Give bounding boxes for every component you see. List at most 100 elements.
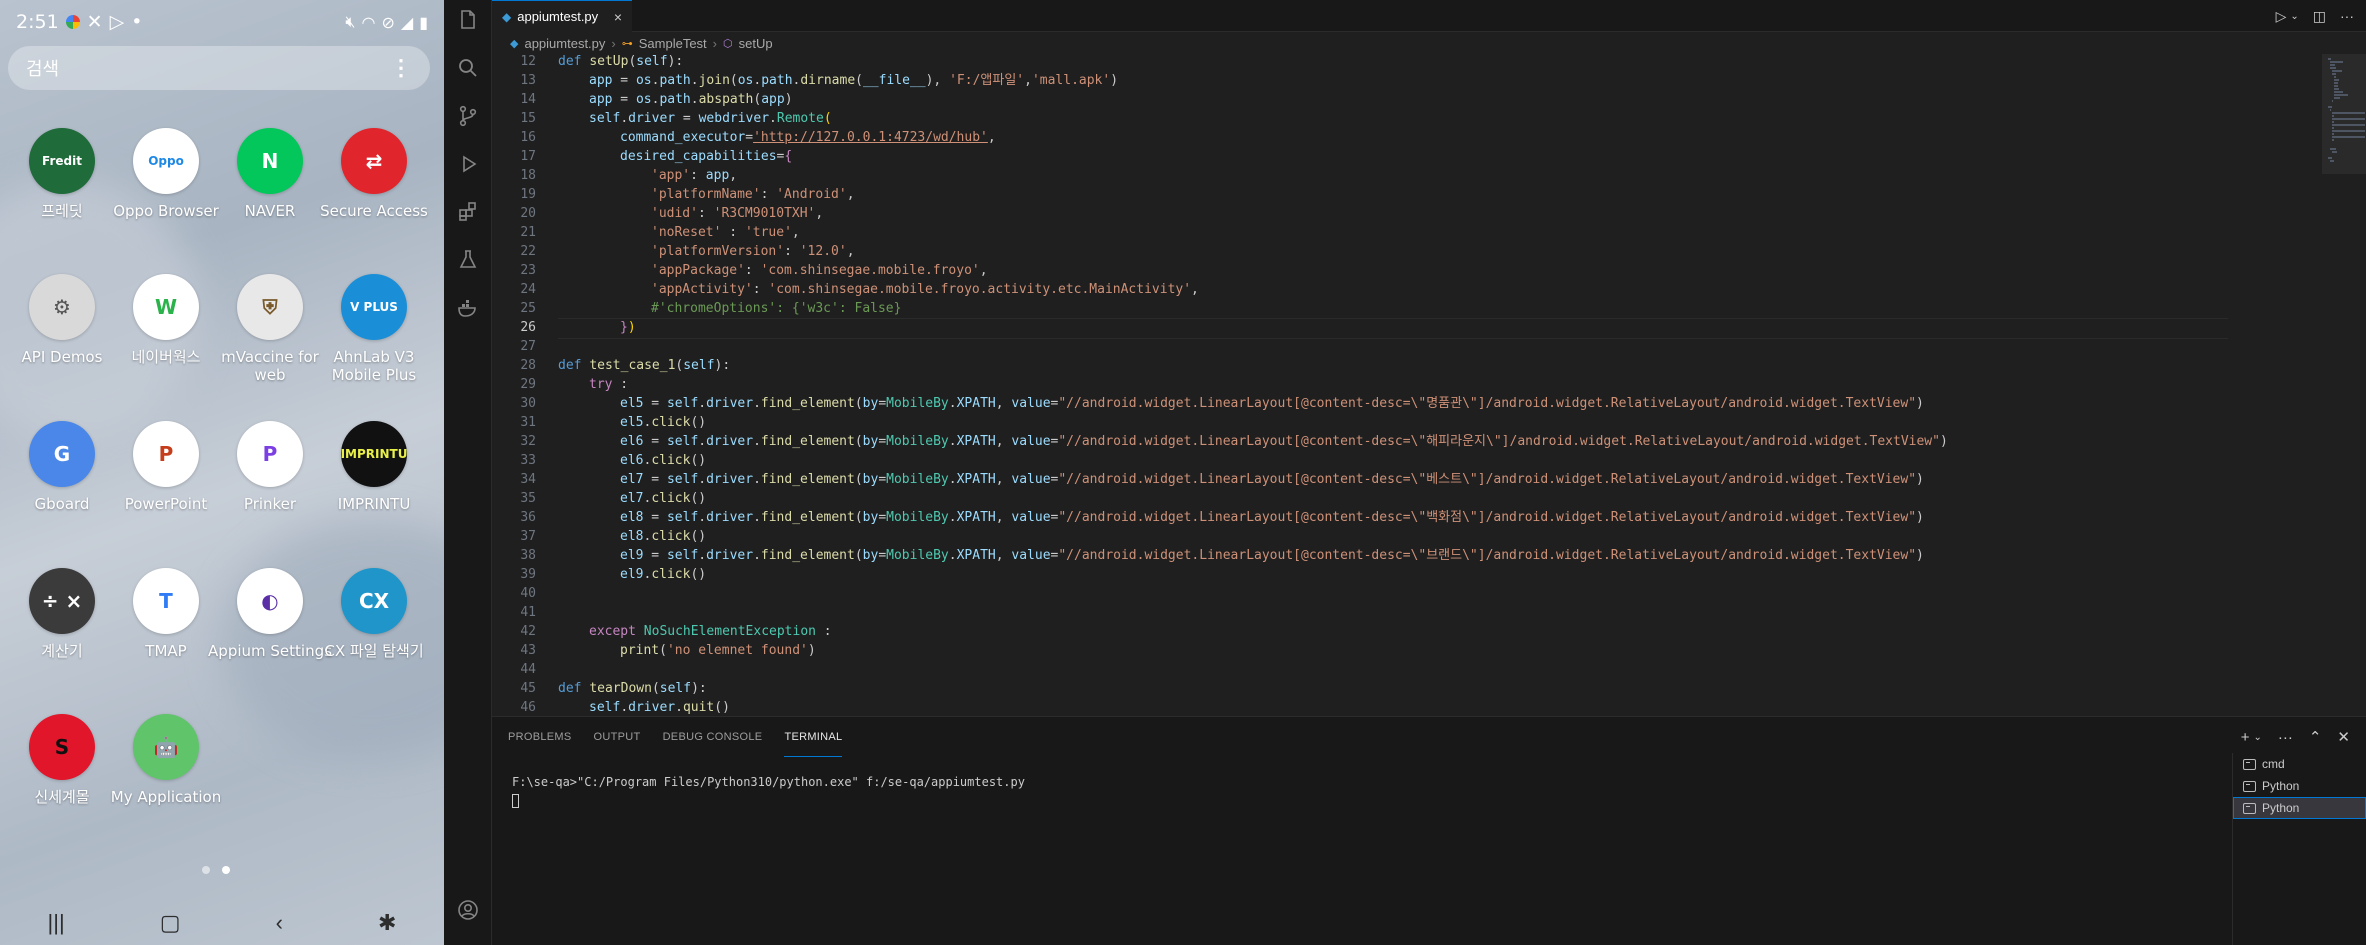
more-options-icon[interactable]: ⋮ [390,57,412,79]
maximize-panel-icon[interactable]: ⌃ [2309,728,2322,746]
code-line[interactable]: 37 el8.click() [492,527,2322,546]
breadcrumb-class[interactable]: SampleTest [639,36,707,51]
app-shortcut[interactable]: IMPRINTU IMPRINTU [309,421,439,513]
code-line[interactable]: 28 def test_case_1(self): [492,356,2322,375]
back-button[interactable]: ‹ [276,910,283,936]
terminal-instance[interactable]: Python [2233,775,2366,797]
search-icon[interactable] [456,56,480,80]
code-text: desired_capabilities={ [620,149,793,164]
page-dot[interactable] [202,866,210,874]
app-shortcut[interactable]: CX CX 파일 탐색기 [309,568,439,660]
panel-more-icon[interactable]: ··· [2278,729,2293,746]
app-shortcut[interactable]: ⇄ Secure Access [309,128,439,220]
panel-tab-terminal[interactable]: TERMINAL [784,717,843,757]
code-line[interactable]: 38 el9 = self.driver.find_element(by=Mobi… [492,546,2322,565]
terminal-name: Python [2262,779,2300,793]
mute-icon: 🔇︎ [345,12,356,31]
code-line[interactable]: 44 [492,660,2322,679]
breadcrumb-file[interactable]: appiumtest.py [524,36,605,51]
minimap[interactable] [2322,54,2366,714]
terminal-profiles-chevron-icon[interactable]: ⌄ [2253,732,2261,743]
panel-tab-debug-console[interactable]: DEBUG CONSOLE [663,717,763,757]
home-button[interactable]: ▢ [160,910,181,936]
split-editor-icon[interactable]: ◫ [2313,8,2326,25]
code-text: 'appActivity': 'com.shinsegae.mobile.fro… [651,282,1199,297]
code-text: def setUp(self): [558,54,684,69]
breadcrumb-method[interactable]: setUp [739,36,773,51]
code-line[interactable]: 29 try : [492,375,2322,394]
code-line[interactable]: 22 'platformVersion': '12.0', [492,242,2322,261]
new-terminal-icon[interactable]: + [2241,729,2250,746]
code-line[interactable]: 40 [492,584,2322,603]
code-line[interactable]: 16 command_executor='http://127.0.0.1:472… [492,128,2322,147]
shinsegae-mall-app-icon: S [29,714,95,780]
code-line[interactable]: 45 def tearDown(self): [492,679,2322,698]
line-number: 31 [520,415,536,430]
terminal-instance[interactable]: Python [2233,797,2366,819]
code-line[interactable]: 30 el5 = self.driver.find_element(by=Mobi… [492,394,2322,413]
code-editor[interactable]: 12 def setUp(self): 13 app = os.path.join(o… [492,54,2322,714]
code-line[interactable]: 33 el6.click() [492,451,2322,470]
line-number: 15 [520,111,536,126]
code-line[interactable]: 42 except NoSuchElementException : [492,622,2322,641]
app-shortcut[interactable]: V PLUS AhnLab V3 Mobile Plus [309,274,439,384]
close-panel-icon[interactable]: ✕ [2337,728,2350,746]
more-actions-icon[interactable]: ··· [2340,8,2354,24]
code-line[interactable]: 13 app = os.path.join(os.path.dirname(__f… [492,71,2322,90]
testing-icon[interactable] [456,248,480,272]
code-line[interactable]: 46 self.driver.quit() [492,698,2322,714]
terminal-icon [2243,802,2256,814]
appium-settings-app-icon: ◐ [237,568,303,634]
extensions-icon[interactable] [456,200,480,224]
code-text: app = os.path.abspath(app) [589,92,793,107]
page-dot-active[interactable] [222,866,230,874]
navigation-bar: ||| ▢ ‹ ✱ [0,900,444,945]
minimap-slider[interactable] [2322,54,2366,174]
panel-tab-output[interactable]: OUTPUT [594,717,641,757]
terminal-output[interactable]: F:\se-qa>"C:/Program Files/Python310/pyt… [512,773,1025,809]
code-line[interactable]: 17 desired_capabilities={ [492,147,2322,166]
code-text: el8 = self.driver.find_element(by=Mobile… [620,510,1924,525]
run-python-file-icon[interactable]: ▷ [2276,8,2287,25]
code-line[interactable]: 19 'platformName': 'Android', [492,185,2322,204]
code-line[interactable]: 36 el8 = self.driver.find_element(by=Mobi… [492,508,2322,527]
code-line[interactable]: 12 def setUp(self): [492,54,2322,71]
run-dropdown-chevron-icon[interactable]: ⌄ [2290,11,2298,22]
minimap-line [2334,76,2337,78]
code-line[interactable]: 31 el5.click() [492,413,2322,432]
code-text: 'appPackage': 'com.shinsegae.mobile.froy… [651,263,988,278]
code-line[interactable]: 18 'app': app, [492,166,2322,185]
minimap-line [2334,94,2348,96]
code-line[interactable]: 43 print('no elemnet found') [492,641,2322,660]
code-line[interactable]: 24 'appActivity': 'com.shinsegae.mobile.f… [492,280,2322,299]
code-line[interactable]: 41 [492,603,2322,622]
panel-tab-problems[interactable]: PROBLEMS [508,717,572,757]
code-line[interactable]: 34 el7 = self.driver.find_element(by=Mobi… [492,470,2322,489]
tab-appiumtest-py[interactable]: ◆ appiumtest.py × [492,0,632,32]
code-line[interactable]: 26}) [492,318,2322,339]
line-number: 23 [520,263,536,278]
source-control-icon[interactable] [456,104,480,128]
code-line[interactable]: 35 el7.click() [492,489,2322,508]
code-line[interactable]: 14 app = os.path.abspath(app) [492,90,2322,109]
recents-button[interactable]: ||| [48,910,65,936]
code-line[interactable]: 20 'udid': 'R3CM9010TXH', [492,204,2322,223]
code-line[interactable]: 32 el6 = self.driver.find_element(by=Mobi… [492,432,2322,451]
accounts-icon[interactable] [456,898,480,922]
close-tab-icon[interactable]: × [614,9,622,25]
docker-icon[interactable] [456,296,480,320]
code-line[interactable]: 39 el9.click() [492,565,2322,584]
code-text: 'udid': 'R3CM9010TXH', [651,206,824,221]
finder-search-bar[interactable]: 검색 ⋮ [8,46,430,90]
code-line[interactable]: 23 'appPackage': 'com.shinsegae.mobile.fr… [492,261,2322,280]
code-text: el5.click() [620,415,707,430]
app-shortcut[interactable]: 🤖 My Application [101,714,231,806]
explorer-icon[interactable] [456,8,480,32]
code-line[interactable]: 27 [492,337,2322,356]
terminal-instance[interactable]: cmd [2233,753,2366,775]
code-line[interactable]: 21 'noReset' : 'true', [492,223,2322,242]
code-line[interactable]: 15 self.driver = webdriver.Remote( [492,109,2322,128]
accessibility-button[interactable]: ✱ [378,910,396,936]
run-debug-icon[interactable] [456,152,480,176]
code-line[interactable]: 25 #'chromeOptions': {'w3c': False} [492,299,2322,318]
